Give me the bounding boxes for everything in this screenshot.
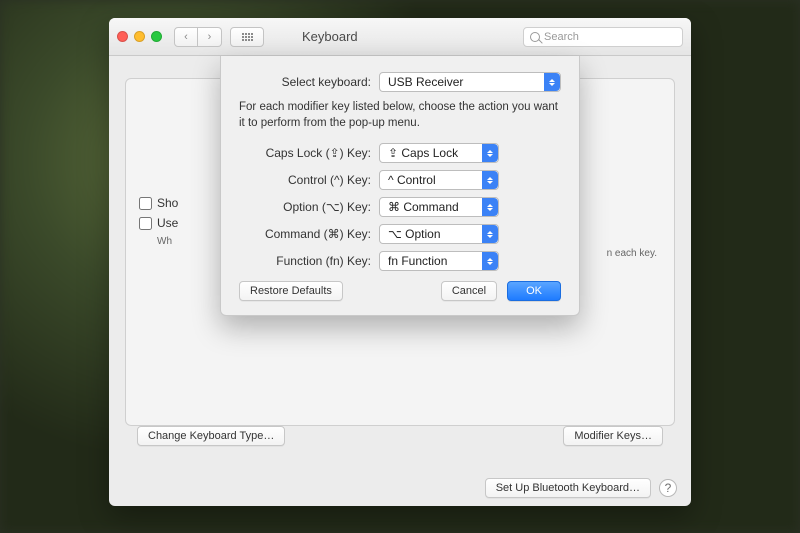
caps-lock-popup[interactable]: ⇪ Caps Lock [379, 143, 499, 163]
checkbox-2-hint-left: Wh [157, 236, 178, 247]
function-value: fn Function [388, 254, 447, 268]
help-button[interactable]: ? [659, 479, 677, 497]
nav-back-forward: ‹ › [174, 27, 222, 47]
checkbox-2[interactable] [139, 217, 152, 230]
background-checkboxes: Sho Use Wh [139, 196, 178, 247]
select-keyboard-popup[interactable]: USB Receiver [379, 72, 561, 92]
select-keyboard-label: Select keyboard: [239, 75, 379, 89]
function-popup[interactable]: fn Function [379, 251, 499, 271]
control-value: ^ Control [388, 173, 436, 187]
zoom-icon[interactable] [151, 31, 162, 42]
control-label: Control (^) Key: [239, 173, 379, 187]
select-keyboard-value: USB Receiver [388, 75, 463, 89]
caps-lock-label: Caps Lock (⇪) Key: [239, 146, 379, 160]
sheet-button-row: Restore Defaults Cancel OK [239, 281, 561, 301]
close-icon[interactable] [117, 31, 128, 42]
setup-bluetooth-button[interactable]: Set Up Bluetooth Keyboard… [485, 478, 651, 498]
grid-icon [242, 33, 253, 41]
modifier-keys-button[interactable]: Modifier Keys… [563, 426, 663, 446]
forward-button[interactable]: › [198, 27, 222, 47]
ok-button[interactable]: OK [507, 281, 561, 301]
checkbox-row-2[interactable]: Use [139, 216, 178, 230]
checkbox-1-label: Sho [157, 196, 178, 210]
sheet-description: For each modifier key listed below, choo… [239, 100, 561, 131]
minimize-icon[interactable] [134, 31, 145, 42]
option-label: Option (⌥) Key: [239, 200, 379, 214]
window-controls [117, 31, 162, 42]
modifier-key-rows: Caps Lock (⇪) Key: ⇪ Caps Lock Control (… [239, 143, 561, 271]
checkbox-2-label: Use [157, 216, 178, 230]
change-keyboard-type-button[interactable]: Change Keyboard Type… [137, 426, 285, 446]
preferences-window: ‹ › Keyboard Search Sho Use [109, 18, 691, 506]
search-icon [530, 32, 540, 42]
chevron-updown-icon [482, 225, 498, 243]
window-footer: Set Up Bluetooth Keyboard… ? [109, 478, 691, 498]
chevron-updown-icon [544, 73, 560, 91]
titlebar: ‹ › Keyboard Search [109, 18, 691, 56]
control-popup[interactable]: ^ Control [379, 170, 499, 190]
caps-lock-value: ⇪ Caps Lock [388, 146, 458, 160]
window-title: Keyboard [302, 29, 358, 44]
checkbox-1[interactable] [139, 197, 152, 210]
search-input[interactable]: Search [523, 27, 683, 47]
chevron-updown-icon [482, 144, 498, 162]
restore-defaults-button[interactable]: Restore Defaults [239, 281, 343, 301]
option-value: ⌘ Command [388, 200, 459, 214]
show-all-button[interactable] [230, 27, 264, 47]
checkbox-row-1[interactable]: Sho [139, 196, 178, 210]
cancel-button[interactable]: Cancel [441, 281, 497, 301]
command-value: ⌥ Option [388, 227, 441, 241]
back-button[interactable]: ‹ [174, 27, 198, 47]
tab-bottom-buttons: Change Keyboard Type… Modifier Keys… [137, 426, 663, 446]
chevron-updown-icon [482, 252, 498, 270]
option-popup[interactable]: ⌘ Command [379, 197, 499, 217]
chevron-updown-icon [482, 171, 498, 189]
search-placeholder: Search [544, 31, 579, 43]
chevron-updown-icon [482, 198, 498, 216]
command-label: Command (⌘) Key: [239, 227, 379, 241]
checkbox-2-hint-right: n each key. [607, 248, 657, 259]
command-popup[interactable]: ⌥ Option [379, 224, 499, 244]
function-label: Function (fn) Key: [239, 254, 379, 268]
modifier-keys-sheet: Select keyboard: USB Receiver For each m… [220, 56, 580, 316]
